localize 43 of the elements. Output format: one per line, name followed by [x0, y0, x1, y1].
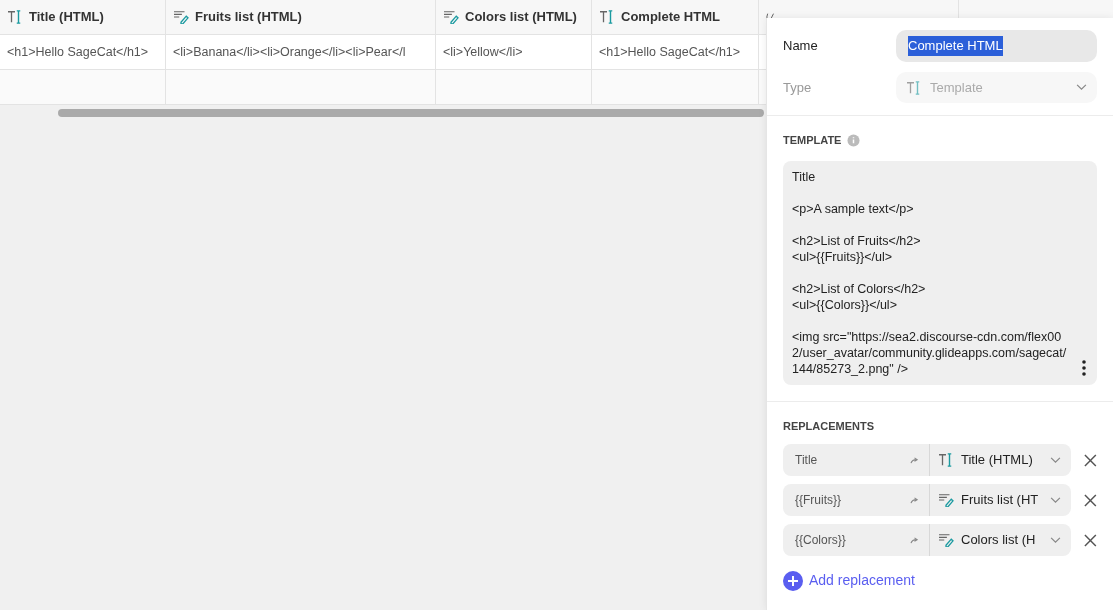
- text-type-icon: [7, 10, 23, 24]
- placeholder-field[interactable]: Title: [783, 444, 930, 476]
- column-select[interactable]: Fruits list (HT: [930, 484, 1072, 516]
- table-cell-text: <li>Banana</li><li>Orange</li><li>Pear</l: [173, 43, 406, 61]
- name-field[interactable]: Complete HTML: [896, 30, 1097, 62]
- list-pencil-icon: [938, 493, 954, 507]
- text-type-icon: [906, 80, 922, 95]
- template-editor[interactable]: Title <p>A sample text</p> <h2>List of Fruits</h2> <ul>{{Fruits}}</ul> <h2>List of Colors</h2> <ul>{{Colors}}</ul> <img src="https://sea2.discourse-cdn.com/flex002/user_avatar/community.glideapps.com/sagecat/144/85273_2.png" />: [783, 160, 1097, 385]
- text-type-icon: [599, 10, 615, 24]
- more-options-icon[interactable]: [1082, 359, 1086, 376]
- plus-icon: [783, 570, 803, 591]
- list-pencil-icon: [443, 10, 459, 24]
- add-replacement-button[interactable]: Add replacement: [783, 570, 915, 591]
- placeholder-field[interactable]: {{Fruits}}: [783, 484, 930, 516]
- placeholder-field[interactable]: {{Colors}}: [783, 524, 930, 556]
- close-icon[interactable]: [1084, 533, 1097, 547]
- chevron-down-icon: [1050, 456, 1062, 464]
- list-pencil-icon: [938, 533, 954, 547]
- table-cell-text: <li>Yellow</li>: [443, 43, 523, 61]
- close-icon[interactable]: [1084, 493, 1097, 507]
- close-icon[interactable]: [1084, 453, 1097, 467]
- column-header[interactable]: Fruits list (HTML): [195, 7, 302, 27]
- table-cell-text: <h1>Hello SageCat</h1>: [7, 43, 149, 61]
- arrow-icon: [910, 496, 919, 504]
- column-header[interactable]: Colors list (HTML): [465, 7, 577, 27]
- arrow-icon: [910, 456, 919, 464]
- chevron-down-icon: [1050, 536, 1062, 544]
- column-select[interactable]: Colors list (H: [930, 524, 1072, 556]
- section-heading: REPLACEMENTS: [783, 418, 876, 434]
- list-pencil-icon: [173, 10, 189, 24]
- text-type-icon: [938, 453, 954, 467]
- chevron-down-icon: [1050, 496, 1062, 504]
- chevron-down-icon: [1076, 84, 1087, 91]
- column-header[interactable]: Title (HTML): [29, 7, 104, 27]
- table-cell-text: <h1>Hello SageCat</h1>: [599, 43, 741, 61]
- horizontal-scrollbar[interactable]: [58, 109, 764, 117]
- info-icon: [847, 133, 861, 147]
- field-label: Type: [783, 78, 813, 97]
- column-select[interactable]: Title (HTML): [930, 444, 1072, 476]
- section-heading: TEMPLATE: [783, 133, 842, 148]
- arrow-icon: [910, 536, 919, 544]
- column-header[interactable]: Complete HTML: [621, 7, 720, 27]
- field-label: Name: [783, 37, 819, 56]
